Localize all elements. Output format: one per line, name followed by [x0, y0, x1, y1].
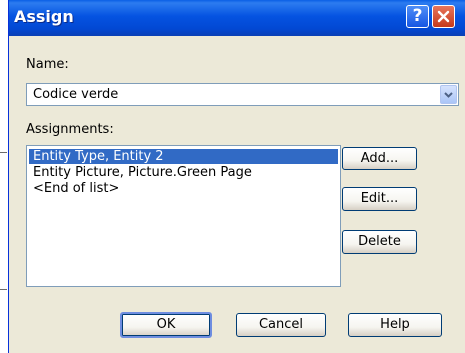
background-line — [0, 152, 7, 153]
help-button[interactable]: Help — [348, 313, 442, 337]
dialog-title: Assign — [14, 7, 74, 26]
add-button[interactable]: Add... — [342, 147, 417, 170]
title-bar[interactable]: Assign ? — [9, 0, 465, 36]
list-item[interactable]: <End of list> — [29, 181, 338, 196]
edit-button[interactable]: Edit... — [342, 187, 417, 211]
name-combobox-value: Codice verde — [33, 87, 119, 102]
delete-button[interactable]: Delete — [342, 230, 417, 254]
chevron-down-icon[interactable] — [440, 85, 457, 104]
background-line — [0, 289, 7, 290]
help-icon[interactable]: ? — [406, 5, 429, 28]
name-label: Name: — [26, 57, 69, 72]
close-icon[interactable] — [432, 5, 455, 28]
assignments-listbox[interactable]: Entity Type, Entity 2 Entity Picture, Pi… — [26, 145, 341, 287]
assign-dialog: Assign ? Name: Codice verde Assignments:… — [8, 0, 465, 353]
ok-button[interactable]: OK — [120, 312, 212, 338]
list-item[interactable]: Entity Picture, Picture.Green Page — [29, 165, 338, 180]
assignments-label: Assignments: — [26, 122, 114, 137]
name-combobox[interactable]: Codice verde — [26, 83, 459, 106]
cancel-button[interactable]: Cancel — [236, 313, 326, 337]
list-item[interactable]: Entity Type, Entity 2 — [29, 149, 338, 164]
